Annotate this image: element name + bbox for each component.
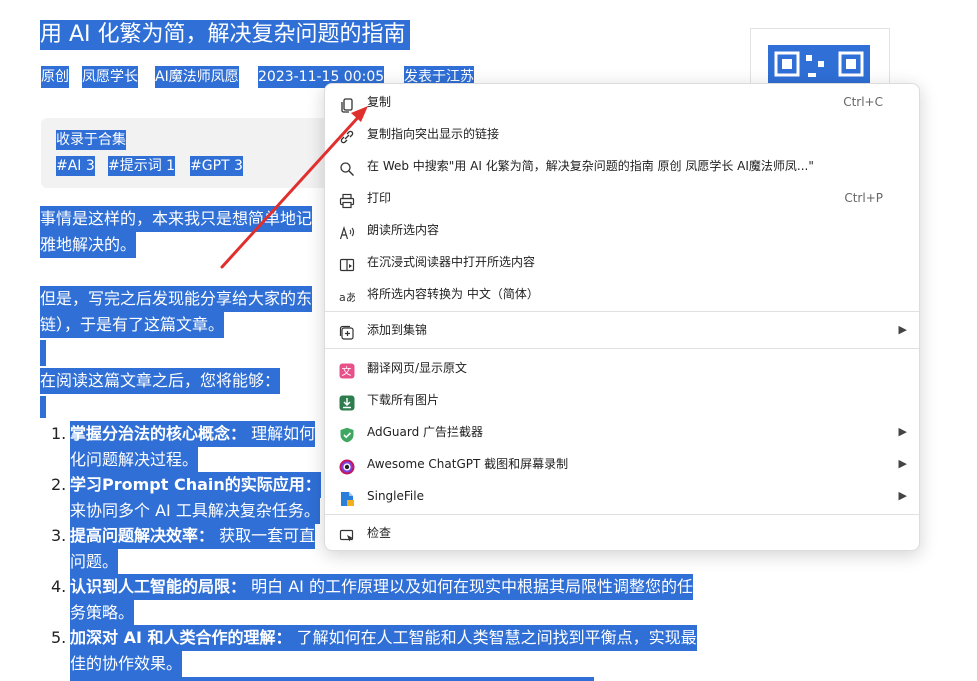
list-item-4-text: 明白 AI 的工作原理以及如何在现实中根据其局限性调整您的任 bbox=[251, 577, 693, 596]
paragraph-2-line-2: 链），于是有了这篇文章。 bbox=[40, 312, 225, 338]
selection-tail bbox=[70, 677, 594, 681]
chevron-right-icon: ▶ bbox=[898, 425, 907, 438]
paragraph-1-line-1: 事情是这样的，本来我只是想简单地记 bbox=[40, 206, 313, 232]
list-item-3-text: 获取一套可直 bbox=[219, 526, 316, 545]
list-number: 5. bbox=[51, 628, 67, 647]
list-item-4-line-2: 务策略。 bbox=[70, 600, 135, 626]
svg-text:文: 文 bbox=[342, 365, 352, 378]
menu-item-print[interactable]: 打印 Ctrl+P bbox=[325, 183, 919, 213]
list-number: 4. bbox=[51, 577, 67, 596]
list-item-5-heading: 加深对 AI 和人类合作的理解： bbox=[70, 628, 292, 647]
translate-icon: aあ bbox=[339, 286, 357, 304]
svg-text:aあ: aあ bbox=[339, 291, 355, 304]
adguard-icon bbox=[339, 424, 355, 443]
menu-item-adguard[interactable]: AdGuard 广告拦截器 ▶ bbox=[325, 417, 919, 447]
chevron-right-icon: ▶ bbox=[898, 323, 907, 336]
menu-item-print-shortcut: Ctrl+P bbox=[844, 191, 883, 205]
menu-item-download-images-label: 下载所有图片 bbox=[367, 393, 440, 407]
list-item-1-line-1: 掌握分治法的核心概念： 理解如何 bbox=[70, 421, 316, 447]
collection-title: 收录于合集 bbox=[56, 130, 126, 150]
menu-item-awesome-screenshot[interactable]: Awesome ChatGPT 截图和屏幕录制 ▶ bbox=[325, 449, 919, 479]
menu-item-read-aloud[interactable]: 朗读所选内容 bbox=[325, 215, 919, 245]
menu-separator bbox=[325, 311, 919, 312]
search-icon bbox=[339, 158, 355, 176]
tag-prompt[interactable]: #提示词 1 bbox=[108, 156, 176, 176]
paragraph-2-line-1: 但是，写完之后发现能分享给大家的东 bbox=[40, 286, 313, 312]
list-item-1-text: 理解如何 bbox=[251, 424, 316, 443]
menu-item-translate-selection[interactable]: aあ 将所选内容转换为 中文（简体） bbox=[325, 279, 919, 309]
list-item-4-heading: 认识到人工智能的局限： bbox=[70, 577, 247, 596]
collections-icon bbox=[339, 322, 355, 340]
menu-item-translate-page[interactable]: 文 翻译网页/显示原文 bbox=[325, 353, 919, 383]
list-item-5-line-2: 佳的协作效果。 bbox=[70, 651, 183, 677]
menu-item-awesome-screenshot-label: Awesome ChatGPT 截图和屏幕录制 bbox=[367, 457, 569, 471]
paragraph-1-line-2: 雅地解决的。 bbox=[40, 232, 137, 258]
menu-separator bbox=[325, 348, 919, 349]
menu-item-download-images[interactable]: 下载所有图片 bbox=[325, 385, 919, 415]
menu-item-add-to-collections-label: 添加到集锦 bbox=[367, 323, 428, 337]
list-item-5-text: 了解如何在人工智能和人类智慧之间找到平衡点，实现最 bbox=[296, 628, 697, 647]
list-item-5-line-1: 加深对 AI 和人类合作的理解： 了解如何在人工智能和人类智慧之间找到平衡点，实… bbox=[70, 625, 697, 651]
list-number: 2. bbox=[51, 475, 67, 494]
menu-item-copy-link-to-highlight[interactable]: 复制指向突出显示的链接 bbox=[325, 119, 919, 149]
list-item-4-line-1: 认识到人工智能的局限： 明白 AI 的工作原理以及如何在现实中根据其局限性调整您… bbox=[70, 574, 693, 600]
print-icon bbox=[339, 190, 355, 209]
article-title: 用 AI 化繁为简，解决复杂问题的指南 bbox=[40, 20, 410, 50]
menu-item-immersive-reader-label: 在沉浸式阅读器中打开所选内容 bbox=[367, 255, 536, 269]
list-item-2-line-2: 来协同多个 AI 工具解决复杂任务。 bbox=[70, 498, 320, 524]
menu-item-singlefile[interactable]: SingleFile ▶ bbox=[325, 481, 919, 511]
download-images-icon bbox=[339, 392, 355, 411]
menu-item-translate-page-label: 翻译网页/显示原文 bbox=[367, 361, 468, 375]
immersive-reader-icon bbox=[339, 254, 355, 272]
tag-gpt[interactable]: #GPT 3 bbox=[190, 156, 243, 176]
list-item-3-line-2: 问题。 bbox=[70, 549, 119, 575]
menu-item-inspect[interactable]: 检查 bbox=[325, 518, 919, 548]
menu-item-print-label: 打印 bbox=[367, 191, 392, 205]
copy-icon bbox=[339, 94, 355, 113]
list-item-2-line-1: 学习Prompt Chain的实际应用： bbox=[70, 472, 321, 498]
translate-ext-icon: 文 bbox=[339, 360, 355, 379]
list-item-1-heading: 掌握分治法的核心概念： bbox=[70, 424, 247, 443]
intro-text: 在阅读这篇文章之后，您将能够： bbox=[40, 368, 281, 394]
selection-gap bbox=[40, 340, 46, 366]
list-item-1-line-2: 化问题解决过程。 bbox=[70, 447, 199, 473]
chevron-right-icon: ▶ bbox=[898, 489, 907, 502]
chevron-right-icon: ▶ bbox=[898, 457, 907, 470]
list-item-2-heading: 学习Prompt Chain的实际应用： bbox=[70, 475, 321, 494]
inspect-icon bbox=[339, 525, 355, 542]
menu-item-copy-label: 复制 bbox=[367, 95, 392, 109]
original-badge: 原创 bbox=[41, 66, 69, 88]
menu-item-copy[interactable]: 复制 Ctrl+C bbox=[325, 87, 919, 117]
singlefile-icon bbox=[339, 488, 355, 506]
list-item-3-line-1: 提高问题解决效率： 获取一套可直 bbox=[70, 523, 316, 549]
menu-item-inspect-label: 检查 bbox=[367, 526, 392, 540]
awesome-screenshot-icon bbox=[339, 456, 355, 475]
menu-item-web-search-label: 在 Web 中搜索"用 AI 化繁为简，解决复杂问题的指南 原创 凤愿学长 AI… bbox=[367, 159, 814, 173]
list-number: 1. bbox=[51, 424, 67, 443]
menu-separator bbox=[325, 514, 919, 515]
context-menu: 复制 Ctrl+C 复制指向突出显示的链接 在 Web 中搜索"用 AI 化繁为… bbox=[324, 83, 920, 551]
menu-item-read-aloud-label: 朗读所选内容 bbox=[367, 223, 440, 237]
account-name[interactable]: AI魔法师凤愿 bbox=[155, 66, 239, 88]
tag-ai[interactable]: #AI 3 bbox=[56, 156, 95, 176]
link-icon bbox=[339, 126, 355, 144]
menu-item-singlefile-label: SingleFile bbox=[367, 489, 424, 503]
menu-item-translate-selection-label: 将所选内容转换为 中文（简体） bbox=[367, 287, 539, 301]
menu-item-add-to-collections[interactable]: 添加到集锦 ▶ bbox=[325, 315, 919, 345]
selection-gap bbox=[40, 396, 46, 418]
read-aloud-icon bbox=[339, 222, 355, 240]
menu-item-copy-link-label: 复制指向突出显示的链接 bbox=[367, 127, 500, 141]
menu-item-adguard-label: AdGuard 广告拦截器 bbox=[367, 425, 484, 439]
list-item-3-heading: 提高问题解决效率： bbox=[70, 526, 215, 545]
list-number: 3. bbox=[51, 526, 67, 545]
menu-item-immersive-reader[interactable]: 在沉浸式阅读器中打开所选内容 bbox=[325, 247, 919, 277]
menu-item-web-search[interactable]: 在 Web 中搜索"用 AI 化繁为简，解决复杂问题的指南 原创 凤愿学长 AI… bbox=[325, 151, 919, 181]
author-name[interactable]: 凤愿学长 bbox=[82, 66, 138, 88]
menu-item-copy-shortcut: Ctrl+C bbox=[843, 95, 883, 109]
